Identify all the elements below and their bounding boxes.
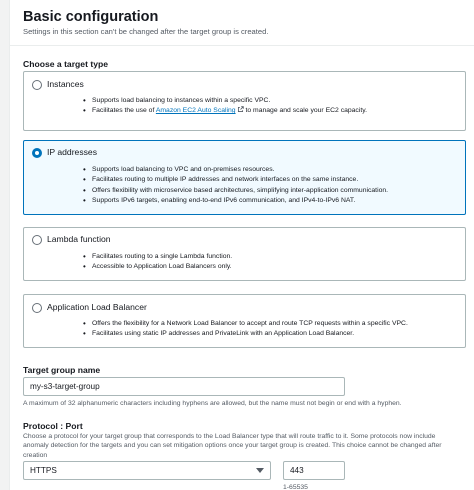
target-type-bullets: Supports load balancing to instances wit… xyxy=(83,96,368,117)
protocol-port-label: Protocol : Port xyxy=(23,421,83,431)
panel-header: Basic configuration Settings in this sec… xyxy=(10,0,474,46)
radio-ip-addresses[interactable] xyxy=(32,148,42,158)
target-type-title: IP addresses xyxy=(47,147,98,157)
external-link-icon xyxy=(237,106,244,113)
target-type-title: Instances xyxy=(47,79,84,89)
target-group-name-hint: A maximum of 32 alphanumeric characters … xyxy=(23,400,402,407)
port-range-hint: 1-65535 xyxy=(283,484,308,490)
bullet-item: Offers the flexibility for a Network Loa… xyxy=(83,319,408,330)
bullet-item: Accessible to Application Load Balancers… xyxy=(83,262,232,273)
basic-configuration-panel: Basic configuration Settings in this sec… xyxy=(9,0,474,490)
target-type-bullets: Facilitates routing to a single Lambda f… xyxy=(83,252,232,273)
page-subtitle: Settings in this section can't be change… xyxy=(23,27,269,36)
target-group-name-label: Target group name xyxy=(23,365,101,375)
target-type-title: Lambda function xyxy=(47,234,111,244)
bullet-item: Facilitates routing to a single Lambda f… xyxy=(83,252,232,263)
target-group-name-input[interactable]: my-s3-target-group xyxy=(23,377,345,396)
target-type-card-instances[interactable]: Instances Supports load balancing to ins… xyxy=(23,71,466,131)
bullet-item: Offers flexibility with microservice bas… xyxy=(83,186,388,197)
protocol-select[interactable]: HTTPS xyxy=(23,461,271,480)
bullet-item: Supports IPv6 targets, enabling end-to-e… xyxy=(83,196,388,207)
target-type-card-lambda[interactable]: Lambda function Facilitates routing to a… xyxy=(23,227,466,281)
target-type-title: Application Load Balancer xyxy=(47,302,147,312)
protocol-port-description: Choose a protocol for your target group … xyxy=(23,433,442,459)
bullet-item: Facilitates the use of Amazon EC2 Auto S… xyxy=(83,106,368,117)
target-type-card-alb[interactable]: Application Load Balancer Offers the fle… xyxy=(23,294,466,348)
target-type-bullets: Supports load balancing to VPC and on-pr… xyxy=(83,165,388,207)
bullet-prefix: Facilitates the use of xyxy=(92,107,156,115)
target-type-bullets: Offers the flexibility for a Network Loa… xyxy=(83,319,408,340)
target-type-label: Choose a target type xyxy=(23,59,109,69)
ec2-auto-scaling-link[interactable]: Amazon EC2 Auto Scaling xyxy=(156,107,236,114)
bullet-item: Facilitates routing to multiple IP addre… xyxy=(83,175,388,186)
page-title: Basic configuration xyxy=(23,9,159,25)
bullet-item: Supports load balancing to instances wit… xyxy=(83,96,367,107)
radio-instances[interactable] xyxy=(32,80,42,90)
radio-alb[interactable] xyxy=(32,303,42,313)
bullet-item: Facilitates using static IP addresses an… xyxy=(83,329,408,340)
bullet-item: Supports load balancing to VPC and on-pr… xyxy=(83,165,388,176)
caret-down-icon xyxy=(256,468,264,473)
bullet-suffix: to manage and scale your EC2 capacity. xyxy=(243,107,368,115)
protocol-select-value: HTTPS xyxy=(30,466,57,475)
target-type-card-ip-addresses[interactable]: IP addresses Supports load balancing to … xyxy=(23,140,466,215)
port-input[interactable]: 443 xyxy=(283,461,345,480)
radio-lambda[interactable] xyxy=(32,235,42,245)
